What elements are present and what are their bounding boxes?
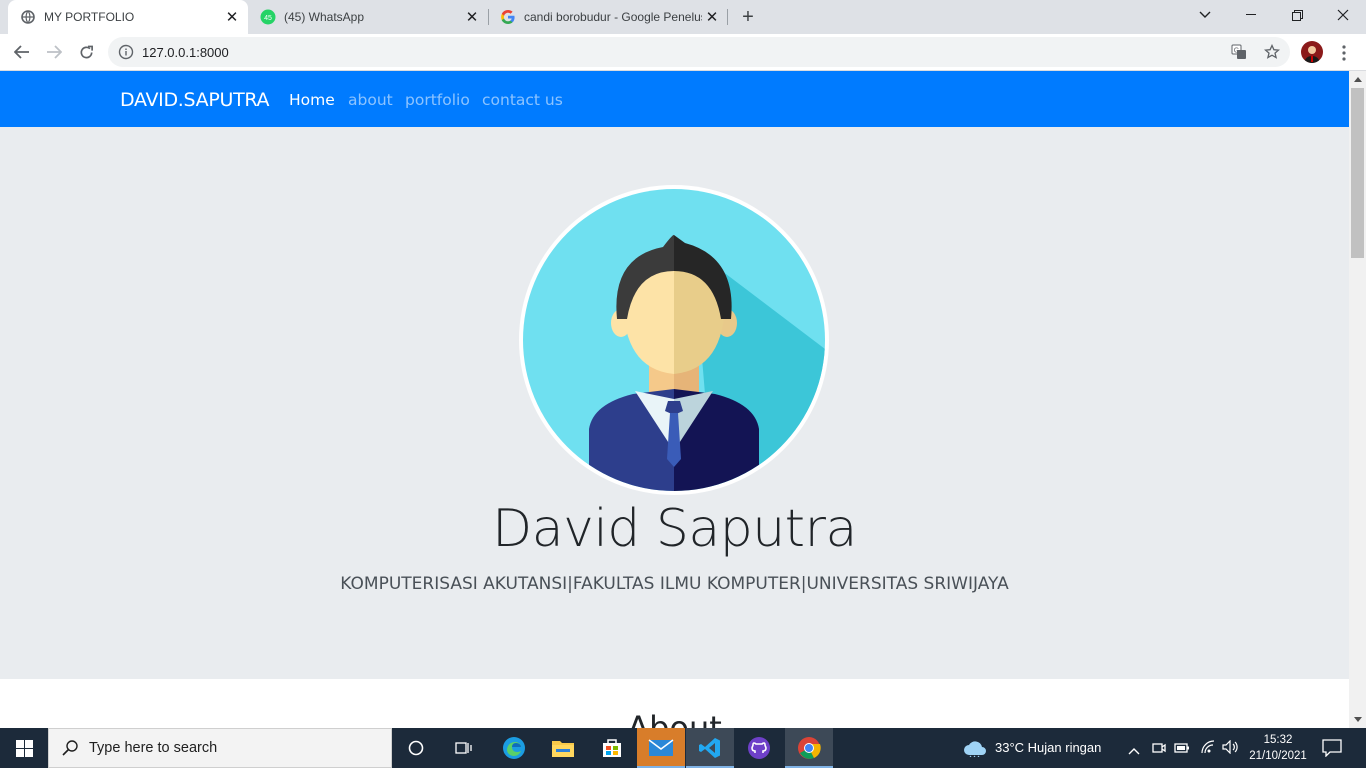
task-view-icon[interactable] [440, 728, 488, 768]
profile-avatar-image [519, 185, 829, 495]
page-scrollbar[interactable] [1349, 71, 1366, 728]
tab-my-portfolio[interactable]: MY PORTFOLIO ✕ [8, 0, 248, 34]
tab-close-icon[interactable]: ✕ [462, 7, 482, 27]
site-navbar: DAVID.SAPUTRA Home about portfolio conta… [0, 71, 1349, 127]
file-explorer-icon[interactable] [539, 728, 587, 768]
nav-link-contact-us[interactable]: contact us [482, 91, 563, 109]
tab-title: (45) WhatsApp [284, 10, 365, 24]
browser-toolbar: 127.0.0.1:8000 G [0, 34, 1366, 71]
page-viewport: DAVID.SAPUTRA Home about portfolio conta… [0, 71, 1349, 728]
about-section-title: About [627, 709, 722, 728]
tab-title: MY PORTFOLIO [44, 10, 135, 24]
browser-tab-strip: MY PORTFOLIO ✕ 45 (45) WhatsApp ✕ candi … [0, 0, 1366, 34]
whatsapp-badge: 45 [264, 15, 272, 22]
tab-close-icon[interactable]: ✕ [222, 7, 242, 27]
chrome-icon[interactable] [785, 728, 833, 768]
search-placeholder: Type here to search [89, 740, 218, 756]
site-info-icon[interactable] [118, 44, 134, 60]
reload-icon[interactable] [72, 38, 100, 66]
vscode-icon[interactable] [686, 728, 734, 768]
bookmark-star-icon[interactable] [1262, 42, 1282, 62]
battery-icon[interactable] [1174, 741, 1190, 759]
wifi-icon[interactable] [1200, 740, 1216, 759]
google-icon [500, 9, 516, 25]
notification-center-icon[interactable] [1322, 739, 1342, 762]
forward-arrow-icon[interactable] [40, 38, 68, 66]
tab-search-chevron-icon[interactable] [1182, 0, 1228, 30]
svg-text:G: G [1234, 48, 1239, 55]
taskbar-clock[interactable]: 15:32 21/10/2021 [1246, 732, 1310, 764]
url-text: 127.0.0.1:8000 [142, 44, 229, 60]
taskbar-search-input[interactable]: Type here to search [48, 728, 392, 768]
globe-icon [20, 9, 36, 25]
scroll-up-arrow-icon[interactable] [1349, 71, 1366, 88]
edge-icon[interactable] [490, 728, 538, 768]
browser-menu-icon[interactable] [1334, 43, 1354, 63]
whatsapp-icon: 45 [260, 9, 276, 25]
nav-link-home[interactable]: Home [289, 91, 335, 109]
windows-taskbar: Type here to search 33°C Hujan ringan 15… [0, 728, 1366, 768]
volume-icon[interactable] [1222, 739, 1240, 759]
hero-name: David Saputra [492, 499, 857, 559]
tab-whatsapp[interactable]: 45 (45) WhatsApp ✕ [248, 0, 488, 34]
github-desktop-icon[interactable] [735, 728, 783, 768]
tray-chevron-up-icon[interactable] [1128, 742, 1140, 760]
clock-date: 21/10/2021 [1249, 750, 1307, 762]
profile-avatar[interactable] [1301, 41, 1323, 63]
windows-start-icon[interactable] [0, 728, 48, 768]
clock-time: 15:32 [1263, 734, 1293, 746]
weather-text[interactable]: 33°C Hujan ringan [995, 740, 1101, 755]
mail-icon[interactable] [637, 728, 685, 768]
search-icon [61, 739, 79, 757]
meet-now-icon[interactable] [1152, 740, 1166, 761]
minimize-icon[interactable] [1228, 0, 1274, 30]
scroll-down-arrow-icon[interactable] [1349, 711, 1366, 728]
nav-link-about[interactable]: about [348, 91, 393, 109]
address-bar[interactable]: 127.0.0.1:8000 [108, 37, 1290, 67]
scrollbar-thumb[interactable] [1351, 88, 1364, 258]
tab-divider [727, 9, 728, 25]
microsoft-store-icon[interactable] [588, 728, 636, 768]
hero-jumbotron: David Saputra KOMPUTERISASI AKUTANSI|FAK… [0, 127, 1349, 679]
tab-google-search[interactable]: candi borobudur - Google Penelusuran ✕ [488, 0, 728, 34]
weather-cloud-icon[interactable] [962, 739, 988, 762]
new-tab-plus-icon[interactable]: + [736, 6, 760, 28]
nav-link-portfolio[interactable]: portfolio [405, 91, 470, 109]
close-window-icon[interactable] [1320, 0, 1366, 30]
hero-subtitle: KOMPUTERISASI AKUTANSI|FAKULTAS ILMU KOM… [340, 574, 1009, 594]
cortana-icon[interactable] [392, 728, 440, 768]
back-arrow-icon[interactable] [8, 38, 36, 66]
restore-icon[interactable] [1274, 0, 1320, 30]
tab-title: candi borobudur - Google Penelusuran [524, 10, 702, 24]
tab-close-icon[interactable]: ✕ [702, 7, 722, 27]
translate-icon[interactable]: G [1229, 42, 1249, 62]
navbar-brand[interactable]: DAVID.SAPUTRA [120, 89, 270, 111]
